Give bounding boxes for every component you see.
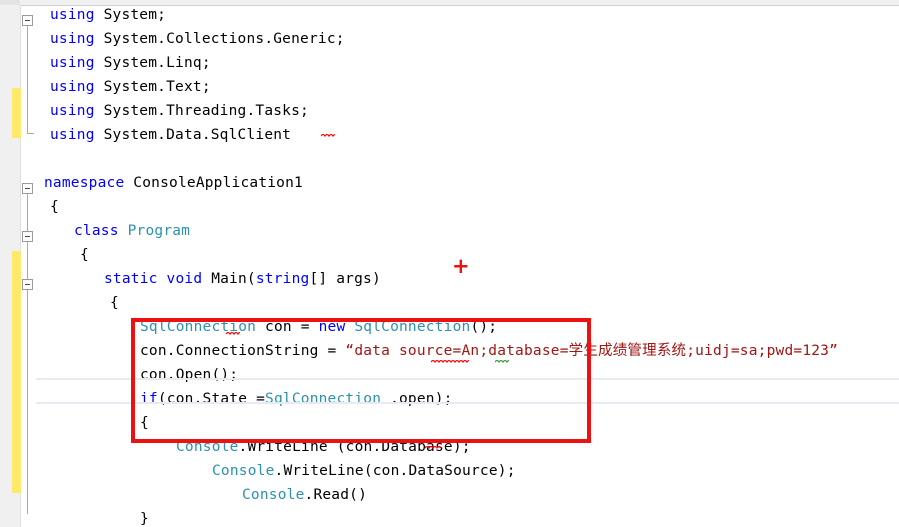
outline-guide-line (27, 290, 28, 302)
code-token: Program (127, 223, 191, 239)
red-plus-annotation: + (452, 254, 470, 278)
code-token: System.Text; (94, 79, 211, 95)
error-squiggle (226, 331, 240, 335)
code-token: ConsoleApplication1 (124, 175, 303, 191)
code-token: class (74, 223, 119, 239)
code-line[interactable]: { (44, 293, 119, 313)
code-token: new (318, 319, 346, 335)
outline-guide-line (27, 242, 28, 254)
collapse-toggle[interactable] (22, 279, 33, 290)
code-line[interactable]: { (44, 413, 149, 433)
code-text-surface[interactable]: using System; using System.Collections.Ge… (44, 5, 899, 527)
code-line[interactable]: } (44, 509, 149, 527)
code-token: using (50, 103, 95, 119)
warning-squiggle (495, 359, 509, 363)
code-editor[interactable]: using System; using System.Collections.Ge… (0, 0, 899, 527)
code-token: System.Linq; (94, 55, 211, 71)
code-line[interactable]: Console.Read() (44, 485, 367, 505)
outline-guide-line (27, 26, 28, 133)
code-line[interactable]: { (44, 197, 59, 217)
code-token: } (140, 511, 149, 527)
code-line[interactable]: static void Main(string[] args) (44, 269, 381, 289)
code-token: System; (94, 7, 167, 23)
outline-guide-foot (27, 133, 34, 134)
collapse-toggle[interactable] (22, 15, 33, 26)
code-token: using (50, 7, 95, 23)
editor-indicator-gutter[interactable] (0, 5, 21, 527)
code-token: con = (256, 319, 319, 335)
code-token: [] args) (309, 271, 381, 287)
code-token: Console (242, 487, 305, 503)
code-token: { (110, 295, 119, 311)
code-token: System.Data.SqlClient (94, 127, 292, 143)
code-token: void (166, 271, 203, 287)
code-token: Console (176, 439, 239, 455)
error-squiggle (425, 445, 441, 449)
code-token: con.ConnectionString = (140, 343, 346, 359)
code-token: string (255, 271, 310, 287)
code-line[interactable]: using System; (44, 5, 166, 25)
code-token: using (50, 31, 95, 47)
code-line[interactable]: Console.WriteLine(con.DataSource); (44, 461, 516, 481)
code-token: Main( (202, 271, 256, 287)
code-line[interactable]: using System.Data.SqlClient (44, 125, 291, 145)
code-token: Console (212, 463, 275, 479)
code-line[interactable]: SqlConnection con = new SqlConnection(); (44, 317, 497, 337)
current-line-highlight (36, 378, 899, 404)
change-bar (12, 251, 21, 493)
code-token: namespace (44, 175, 125, 191)
code-token: System.Collections.Generic; (94, 31, 345, 47)
code-line[interactable]: { (44, 245, 89, 265)
outlining-column[interactable] (22, 5, 44, 527)
code-token: static (104, 271, 158, 287)
code-line[interactable]: namespace ConsoleApplication1 (44, 173, 303, 193)
code-token: .WriteLine(con.DataSource); (274, 463, 516, 479)
error-squiggle (431, 359, 469, 363)
code-token: using (50, 79, 95, 95)
collapse-toggle[interactable] (22, 183, 33, 194)
code-line[interactable]: Console.WriteLine (con.Database); (44, 437, 471, 457)
collapse-toggle[interactable] (22, 231, 33, 242)
code-token: { (50, 199, 59, 215)
code-token: System.Threading.Tasks; (94, 103, 309, 119)
code-token: SqlConnection (354, 319, 471, 335)
error-squiggle (321, 133, 335, 137)
code-line[interactable]: class Program (44, 221, 190, 241)
code-token: “data source=An;database=学生成绩管理系统;uidj=s… (345, 343, 839, 359)
code-token: .Read() (304, 487, 368, 503)
code-line[interactable]: using System.Threading.Tasks; (44, 101, 309, 121)
code-token: { (140, 415, 149, 431)
code-line[interactable]: using System.Text; (44, 77, 211, 97)
code-token: (); (470, 319, 498, 335)
code-line[interactable]: using System.Linq; (44, 53, 211, 73)
code-line[interactable]: con.ConnectionString = “data source=An;d… (44, 341, 838, 361)
change-bar (12, 88, 21, 138)
code-token: using (50, 127, 95, 143)
code-line[interactable]: using System.Collections.Generic; (44, 29, 345, 49)
code-token: { (80, 247, 89, 263)
code-token: using (50, 55, 95, 71)
